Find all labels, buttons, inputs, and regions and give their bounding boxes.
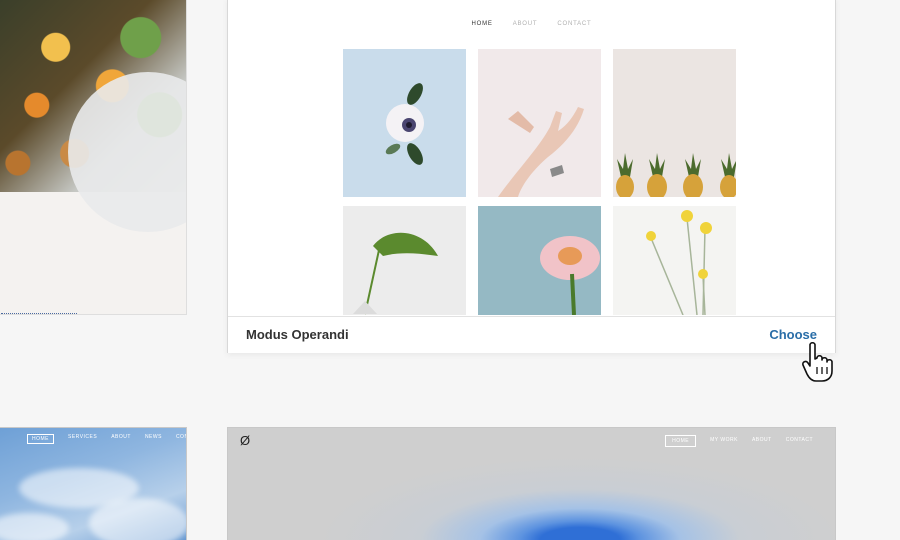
theme-nav-contact: CONTACT xyxy=(557,21,592,27)
food-photo xyxy=(0,0,186,232)
gallery-tile-pineapples xyxy=(613,49,736,197)
gallery-tile-hands xyxy=(478,49,601,197)
br-nav-about: ABOUT xyxy=(751,437,772,443)
theme-logo: Ø xyxy=(240,433,251,448)
theme-card-bottom-right[interactable]: Ø HOME MY WORK ABOUT CONTACT xyxy=(227,427,836,540)
gallery-tile-monstera xyxy=(343,206,466,315)
gallery-tile-anemone xyxy=(343,49,466,197)
hand-pointer-icon xyxy=(802,341,833,382)
theme-name: Modus Operandi xyxy=(246,327,349,342)
br-nav-my-work: MY WORK xyxy=(710,437,738,443)
bottom-right-theme-nav: HOME MY WORK ABOUT CONTACT xyxy=(665,435,813,447)
gallery-tile-gerbera xyxy=(478,206,601,315)
br-nav-contact: CONTACT xyxy=(785,437,813,443)
bl-nav-services: SERVICES xyxy=(68,434,98,440)
gallery-tile-billy-buttons xyxy=(613,206,736,315)
theme-preview-nav: HOME ABOUT CONTACT xyxy=(228,21,835,27)
theme-nav-home: HOME xyxy=(471,21,493,27)
theme-card-featured[interactable]: HOME ABOUT CONTACT Modus Operandi Choose xyxy=(227,0,836,353)
divider xyxy=(1,313,77,314)
br-nav-home: HOME xyxy=(665,435,697,447)
bl-nav-contact: CONTACT xyxy=(175,434,186,440)
theme-nav-about: ABOUT xyxy=(512,21,538,27)
theme-card-footer: Modus Operandi Choose xyxy=(228,316,835,353)
choose-button[interactable]: Choose xyxy=(769,327,817,342)
bottom-left-theme-nav: HOME SERVICES ABOUT NEWS CONTACT xyxy=(27,434,186,444)
bl-nav-home: HOME xyxy=(27,434,54,444)
theme-preview-gallery xyxy=(343,49,736,315)
theme-card-bottom-left[interactable]: HOME SERVICES ABOUT NEWS CONTACT xyxy=(0,427,187,540)
bl-nav-about: ABOUT xyxy=(111,434,131,440)
bl-nav-news: NEWS xyxy=(144,434,162,440)
theme-card-top-left[interactable] xyxy=(0,0,187,315)
